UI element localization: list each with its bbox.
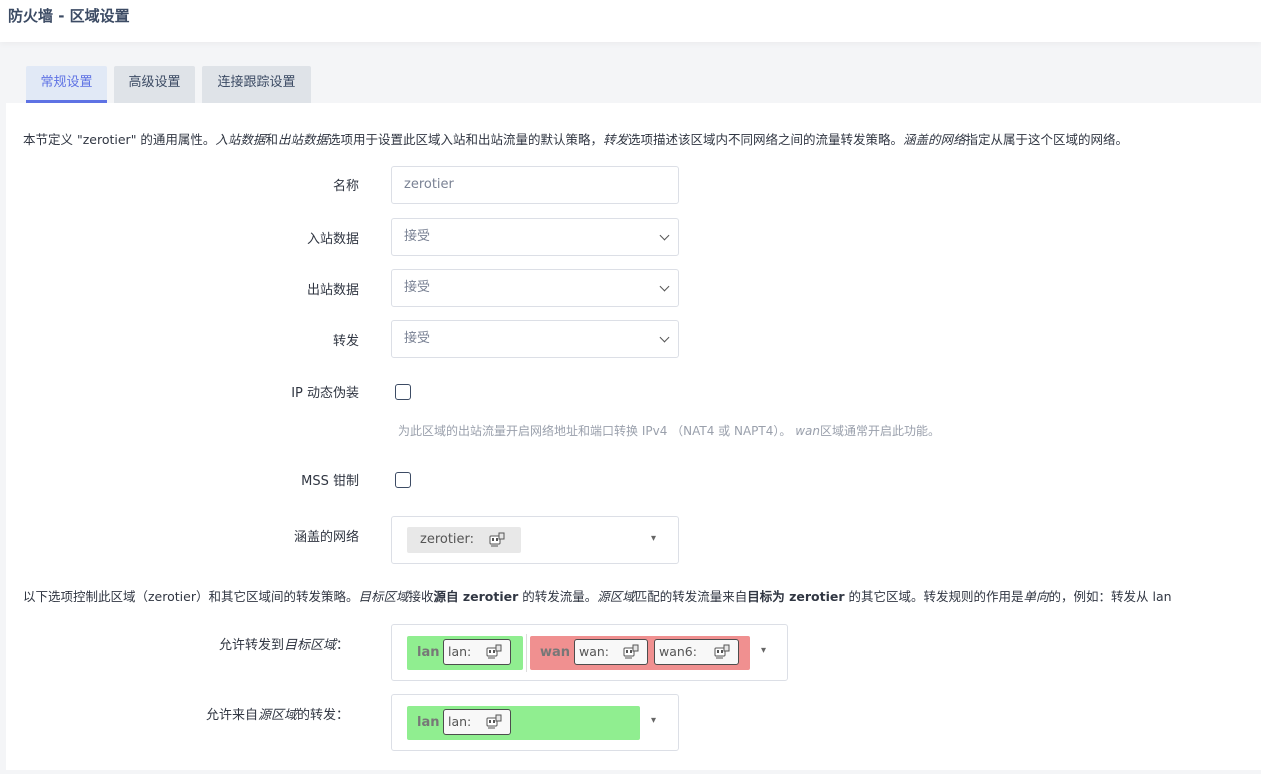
- masq-checkbox[interactable]: [395, 384, 411, 400]
- tab-general[interactable]: 常规设置: [26, 66, 107, 103]
- output-select-value: 接受: [404, 280, 431, 295]
- zone-wan-name: wan: [540, 645, 571, 660]
- tab-advanced[interactable]: 高级设置: [114, 66, 195, 103]
- zone-lan-name: lan: [417, 715, 440, 730]
- network-wan6-label: wan6:: [659, 644, 697, 659]
- caret-down-icon: ▾: [761, 645, 767, 656]
- forward-select-value: 接受: [404, 331, 431, 346]
- caret-down-icon: ▾: [651, 533, 657, 544]
- forward-select[interactable]: 接受: [391, 320, 679, 358]
- zone-lan[interactable]: lan lan:: [407, 636, 523, 670]
- network-tag: zerotier:: [407, 527, 521, 553]
- network-wan-label: wan:: [579, 644, 610, 659]
- caret-down-icon: ▾: [651, 715, 657, 726]
- mss-checkbox[interactable]: [395, 472, 411, 488]
- zone-wan[interactable]: wan wan: wan6:: [530, 636, 750, 670]
- zone-divider: [526, 634, 527, 672]
- forward-to-label: 允许转发到目标区域：: [218, 638, 349, 653]
- section-description: 本节定义 "zerotier" 的通用属性。入站数据和出站数据选项用于设置此区域…: [23, 132, 1129, 147]
- output-select[interactable]: 接受: [391, 269, 679, 307]
- tab-conntrack[interactable]: 连接跟踪设置: [202, 66, 311, 103]
- name-label: 名称: [332, 179, 359, 194]
- ethernet-port-icon: [486, 714, 502, 729]
- network-lan: lan:: [443, 639, 511, 665]
- network-wan: wan:: [574, 639, 648, 665]
- forward-label: 转发: [332, 334, 359, 349]
- output-label: 出站数据: [306, 283, 359, 298]
- ethernet-port-icon: [714, 644, 730, 659]
- network-lan-label: lan:: [448, 714, 472, 729]
- page-title: 防火墙 - 区域设置: [8, 7, 130, 25]
- chevron-down-icon: [659, 281, 670, 292]
- name-placeholder: zerotier: [404, 177, 454, 192]
- network-lan: lan:: [443, 709, 511, 735]
- name-input[interactable]: zerotier: [391, 166, 679, 204]
- zone-lan-name: lan: [417, 645, 440, 660]
- ethernet-port-icon: [489, 532, 505, 547]
- forward-from-label: 允许来自源区域的转发：: [205, 708, 349, 723]
- chevron-down-icon: [659, 332, 670, 343]
- network-wan6: wan6:: [654, 639, 739, 665]
- network-tag-label: zerotier:: [420, 532, 475, 547]
- chevron-down-icon: [659, 230, 670, 241]
- networks-label: 涵盖的网络: [293, 530, 359, 545]
- zone-lan[interactable]: lan lan:: [407, 706, 640, 740]
- settings-panel: 本节定义 "zerotier" 的通用属性。入站数据和出站数据选项用于设置此区域…: [6, 103, 1261, 770]
- header-bar: 防火墙 - 区域设置: [0, 0, 1261, 42]
- input-select[interactable]: 接受: [391, 218, 679, 256]
- ethernet-port-icon: [486, 644, 502, 659]
- mss-label: MSS 钳制: [301, 474, 359, 489]
- masq-label: IP 动态伪装: [291, 386, 359, 401]
- network-lan-label: lan:: [448, 644, 472, 659]
- ethernet-port-icon: [623, 644, 639, 659]
- networks-multiselect[interactable]: zerotier: ▾: [391, 516, 679, 564]
- forwarding-description: 以下选项控制此区域（zerotier）和其它区域间的转发策略。目标区域接收源自 …: [23, 589, 1172, 604]
- masq-hint: 为此区域的出站流量开启网络地址和端口转换 IPv4 （NAT4 或 NAPT4）…: [398, 424, 941, 438]
- forward-to-multiselect[interactable]: lan lan: wan wan: wan6: ▾: [391, 624, 788, 681]
- input-select-value: 接受: [404, 229, 431, 244]
- forward-from-multiselect[interactable]: lan lan: ▾: [391, 694, 679, 751]
- input-label: 入站数据: [306, 232, 359, 247]
